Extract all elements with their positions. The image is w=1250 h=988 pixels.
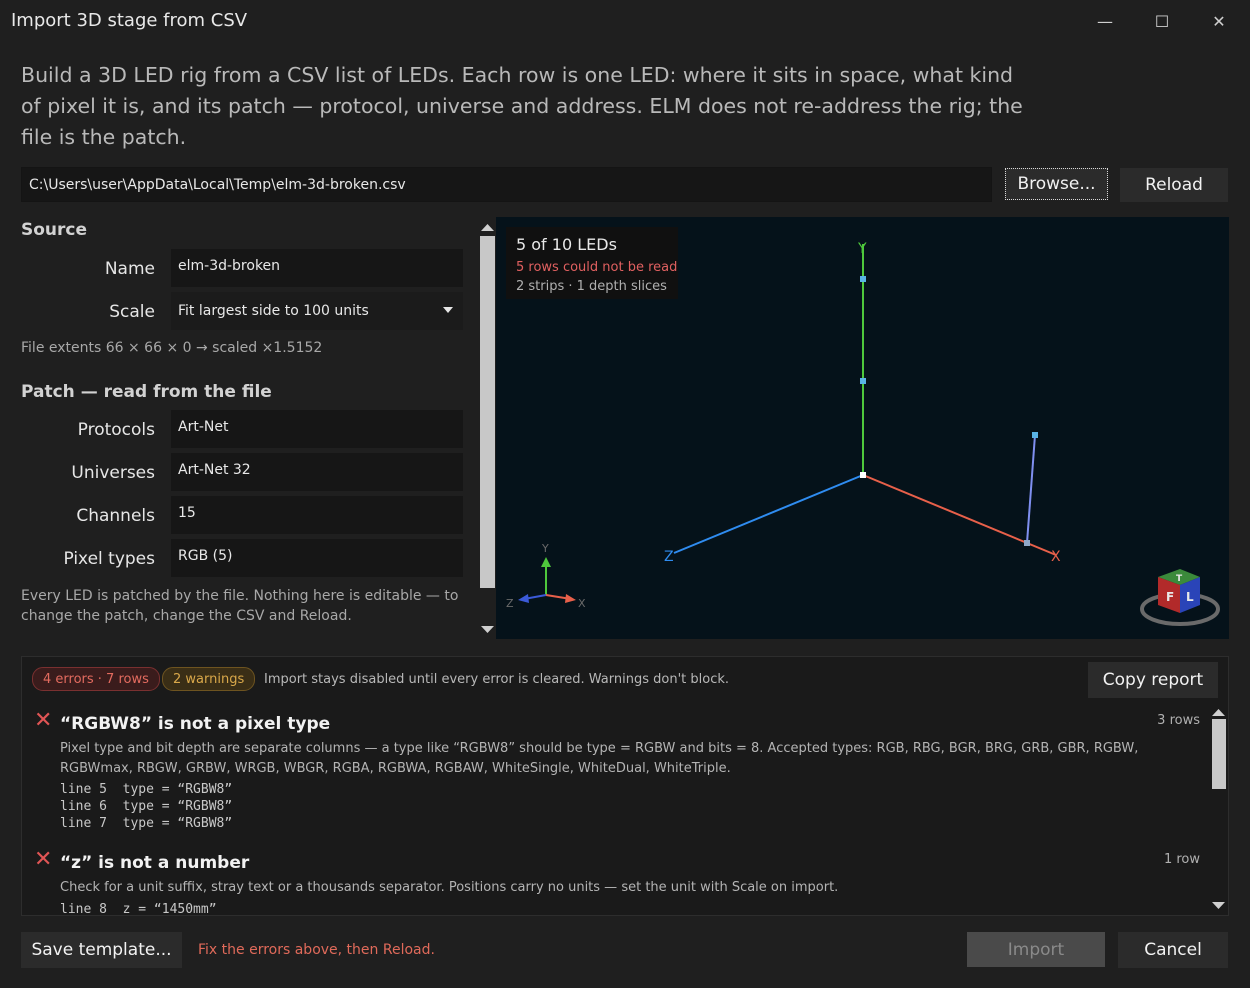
issue-description: Check for a unit suffix, stray text or a… (60, 880, 839, 895)
scroll-down-icon[interactable] (480, 625, 495, 635)
left-panel-scroll-thumb[interactable] (480, 236, 495, 588)
view-cube-front: F (1166, 590, 1174, 604)
gizmo-label-y: Y (541, 542, 549, 555)
minimize-icon[interactable]: — (1082, 6, 1128, 36)
patch-note: Every LED is patched by the file. Nothin… (21, 588, 459, 624)
universes-label: Universes (71, 463, 155, 483)
error-icon: ✕ (34, 847, 53, 872)
gizmo-label-z: Z (506, 597, 514, 610)
strip-info: 2 strips · 1 depth slices (516, 279, 667, 294)
name-field: elm-3d-broken (171, 249, 463, 287)
issue-row-count: 3 rows (1157, 713, 1200, 728)
copy-report-button[interactable]: Copy report (1088, 662, 1218, 698)
issues-summary: Import stays disabled until every error … (264, 672, 729, 687)
view-cube-icon[interactable]: F L T (1140, 569, 1220, 626)
patch-heading: Patch — read from the file (21, 382, 272, 402)
issue-line: line 7 type = “RGBW8” (60, 816, 233, 831)
axis-gizmo: Y X Z (506, 542, 586, 610)
pixel-types-label: Pixel types (63, 549, 155, 569)
led-point[interactable] (1024, 540, 1030, 546)
scene-info-panel: 5 of 10 LEDs 5 rows could not be read 2 … (506, 227, 678, 299)
view-cube-top: T (1176, 574, 1183, 584)
issue-title: “z” is not a number (60, 853, 250, 873)
issue-row-count: 1 row (1163, 852, 1200, 867)
status-message: Fix the errors above, then Reload. (198, 942, 435, 958)
maximize-icon[interactable]: ☐ (1139, 6, 1185, 36)
import-button[interactable]: Import (967, 932, 1105, 967)
issue-title: “RGBW8” is not a pixel type (60, 714, 331, 734)
errors-badge: 4 errors · 7 rows (32, 667, 160, 691)
window-title: Import 3D stage from CSV (11, 10, 248, 31)
issues-scroll-up-icon[interactable] (1211, 707, 1226, 717)
error-icon: ✕ (34, 708, 53, 733)
led-strip-line (1026, 434, 1036, 544)
save-template-button[interactable]: Save template... (21, 932, 182, 968)
name-label: Name (104, 259, 155, 279)
issue-line: line 8 z = “1450mm” (60, 902, 217, 917)
close-icon[interactable]: ✕ (1196, 6, 1242, 36)
axis-label-x: X (1051, 549, 1061, 565)
led-point[interactable] (860, 378, 866, 384)
scale-select-value: Fit largest side to 100 units (178, 303, 369, 319)
protocols-field: Art-Net (171, 410, 463, 448)
unread-rows: 5 rows could not be read (516, 260, 678, 275)
gizmo-label-x: X (578, 597, 586, 610)
issues-panel: 4 errors · 7 rows 2 warnings Import stay… (21, 656, 1229, 917)
axis-label-z: Z (664, 549, 674, 565)
scroll-up-icon[interactable] (480, 222, 495, 232)
title-bar: Import 3D stage from CSV — ☐ ✕ (0, 0, 1250, 42)
file-path-input[interactable]: C:\Users\user\AppData\Local\Temp\elm-3d-… (21, 167, 992, 202)
axis-label-y: Y (857, 241, 867, 257)
z-axis-line (673, 474, 864, 554)
browse-button[interactable]: Browse... (1005, 168, 1108, 200)
issue-line: line 6 type = “RGBW8” (60, 799, 233, 814)
view-cube-left: L (1186, 590, 1194, 604)
issue-description: Pixel type and bit depth are separate co… (60, 741, 1139, 776)
chevron-down-icon (443, 307, 453, 313)
intro-text: Build a 3D LED rig from a CSV list of LE… (21, 63, 1023, 149)
issues-scroll-down-icon[interactable] (1211, 901, 1226, 911)
channels-label: Channels (76, 506, 155, 526)
led-point[interactable] (860, 472, 866, 478)
issue-line: line 5 type = “RGBW8” (60, 782, 233, 797)
3d-viewport[interactable]: Y X Z Y X Z F L T 5 of 10 LEDs 5 rows co… (496, 217, 1229, 639)
universes-field: Art-Net 32 (171, 453, 463, 491)
scale-select[interactable]: Fit largest side to 100 units (171, 292, 463, 330)
reload-button[interactable]: Reload (1120, 168, 1228, 202)
pixel-types-field: RGB (5) (171, 539, 463, 577)
led-count: 5 of 10 LEDs (516, 235, 617, 254)
channels-field: 15 (171, 496, 463, 534)
scale-label: Scale (109, 302, 155, 322)
protocols-label: Protocols (77, 420, 155, 440)
warnings-badge: 2 warnings (162, 667, 256, 691)
issues-scroll-thumb[interactable] (1212, 719, 1226, 789)
file-extents: File extents 66 × 66 × 0 → scaled ×1.515… (21, 340, 323, 356)
cancel-button[interactable]: Cancel (1118, 932, 1228, 968)
led-point[interactable] (1032, 432, 1038, 438)
source-heading: Source (21, 220, 88, 240)
led-point[interactable] (860, 276, 866, 282)
